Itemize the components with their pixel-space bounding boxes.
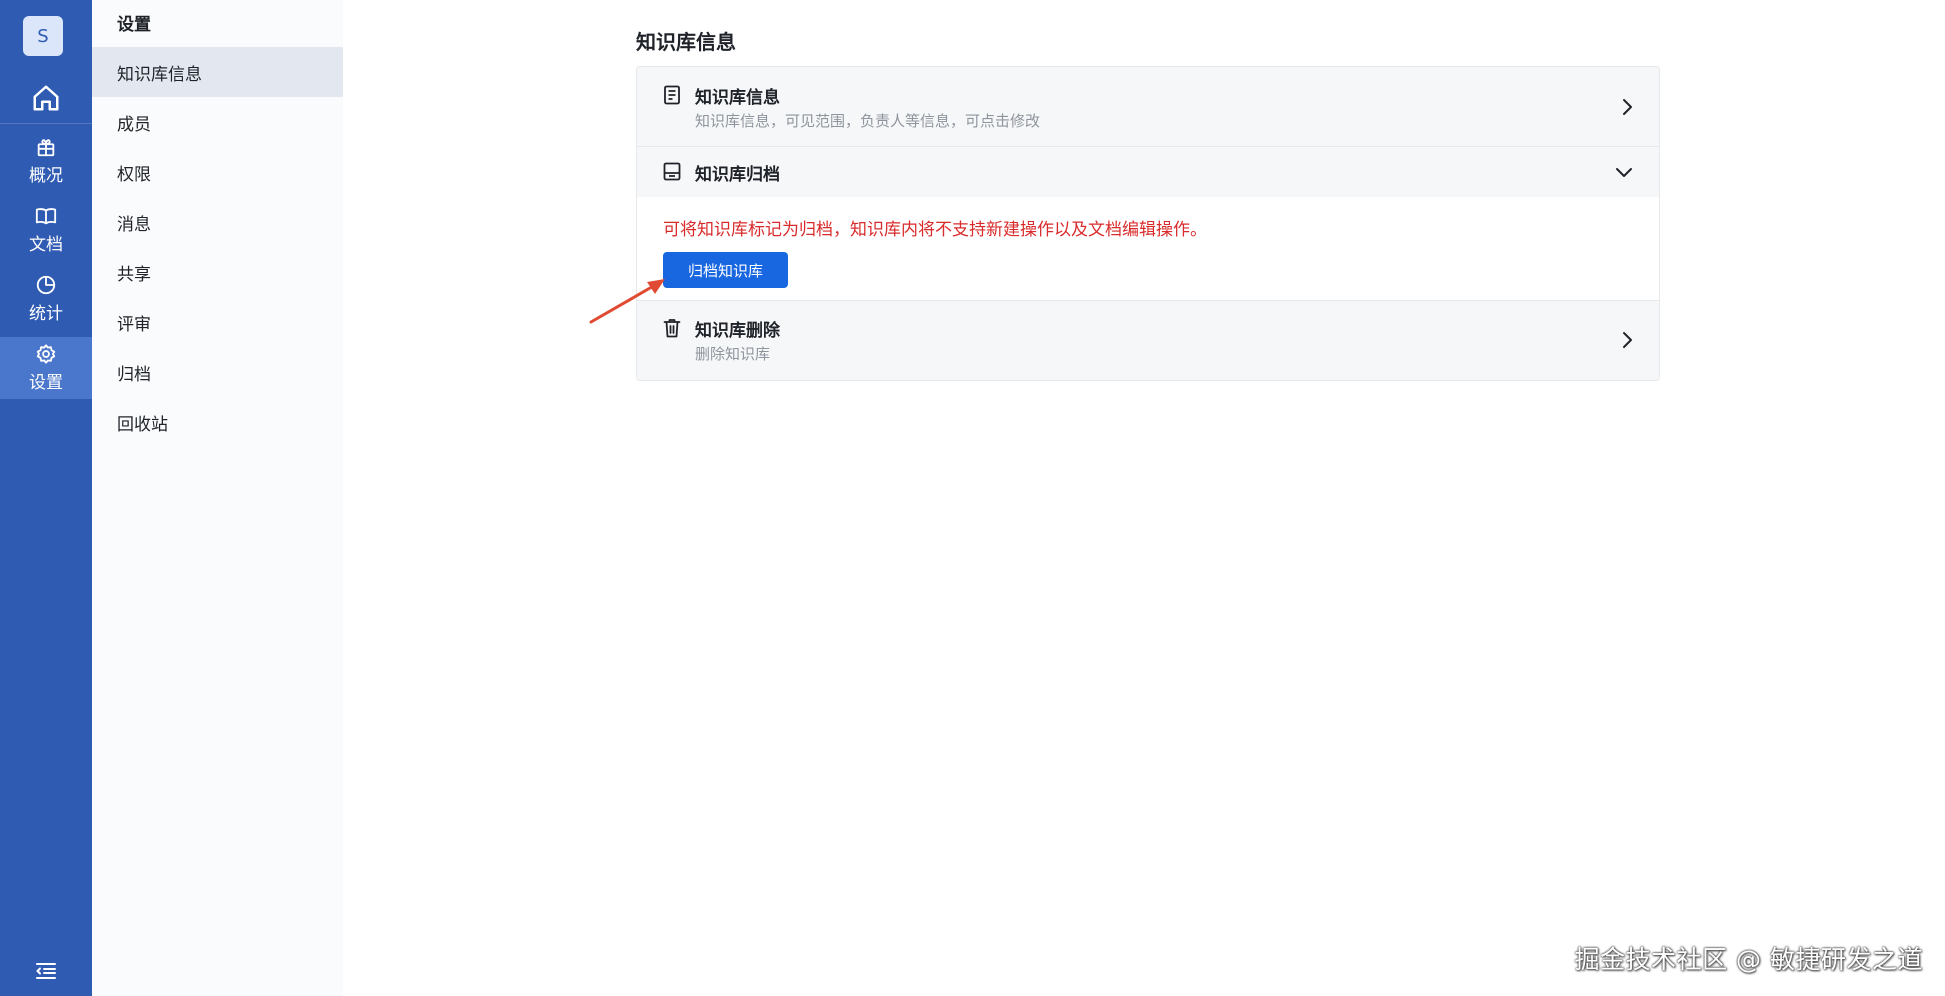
kb-delete-row[interactable]: 知识库删除 删除知识库 <box>637 301 1659 380</box>
sidebar-item-label: 共享 <box>117 264 151 285</box>
pie-chart-icon <box>36 275 56 295</box>
document-icon <box>664 85 680 105</box>
sidebar-item-label: 权限 <box>117 164 151 185</box>
sidebar-item-label: 评审 <box>117 314 151 335</box>
archive-kb-button[interactable]: 归档知识库 <box>663 252 788 288</box>
sidebar-item-review[interactable]: 评审 <box>92 297 343 347</box>
book-icon <box>35 208 57 225</box>
settings-sidebar: 设置 知识库信息 成员 权限 消息 共享 评审 归档 回收站 <box>92 0 343 996</box>
home-icon <box>33 85 59 111</box>
sidebar-item-kb-info[interactable]: 知识库信息 <box>92 47 343 97</box>
sidebar-item-messages[interactable]: 消息 <box>92 197 343 247</box>
archive-box-icon <box>663 162 681 181</box>
rail-item-label: 文档 <box>29 235 63 255</box>
row-title: 知识库归档 <box>695 165 780 185</box>
row-description: 删除知识库 <box>695 345 771 363</box>
sidebar-item-label: 回收站 <box>117 414 168 435</box>
chevron-down-icon <box>1616 168 1632 177</box>
row-title: 知识库删除 <box>695 321 780 341</box>
workspace-avatar[interactable]: S <box>23 16 63 56</box>
watermark-text: 掘金技术社区 @ 敏捷研发之道 <box>1574 945 1923 974</box>
rail-item-settings[interactable]: 设置 <box>0 337 92 399</box>
sidebar-item-permissions[interactable]: 权限 <box>92 147 343 197</box>
collapse-menu-button[interactable] <box>0 956 92 986</box>
sidebar-item-members[interactable]: 成员 <box>92 97 343 147</box>
row-description: 知识库信息，可见范围，负责人等信息，可点击修改 <box>695 112 1041 130</box>
sidebar-item-sharing[interactable]: 共享 <box>92 247 343 297</box>
page-title: 知识库信息 <box>636 30 736 54</box>
sidebar-title: 设置 <box>117 15 151 35</box>
sidebar-item-label: 消息 <box>117 214 151 235</box>
gear-icon <box>36 344 56 364</box>
chevron-right-icon <box>1623 99 1632 115</box>
primary-rail: S 概况 文档 统计 设置 <box>0 0 92 996</box>
settings-panel: 知识库信息 知识库信息，可见范围，负责人等信息，可点击修改 知识库归档 可将知识… <box>636 66 1660 381</box>
sidebar-item-archive[interactable]: 归档 <box>92 347 343 397</box>
archive-section-body: 可将知识库标记为归档，知识库内将不支持新建操作以及文档编辑操作。 归档知识库 <box>637 197 1659 300</box>
home-button[interactable] <box>0 72 92 124</box>
row-title: 知识库信息 <box>695 88 780 108</box>
chevron-right-icon <box>1623 332 1632 348</box>
rail-item-label: 设置 <box>29 373 63 393</box>
collapse-menu-icon <box>36 963 56 979</box>
archive-warning-text: 可将知识库标记为归档，知识库内将不支持新建操作以及文档编辑操作。 <box>663 220 1207 240</box>
kb-info-row[interactable]: 知识库信息 知识库信息，可见范围，负责人等信息，可点击修改 <box>637 67 1659 146</box>
rail-item-overview[interactable]: 概况 <box>0 130 92 192</box>
package-icon <box>37 139 55 157</box>
sidebar-item-recycle-bin[interactable]: 回收站 <box>92 397 343 447</box>
kb-archive-row[interactable]: 知识库归档 <box>637 147 1659 197</box>
rail-item-label: 统计 <box>29 304 63 324</box>
sidebar-item-label: 成员 <box>117 114 151 135</box>
rail-item-docs[interactable]: 文档 <box>0 199 92 261</box>
rail-item-label: 概况 <box>29 166 63 186</box>
rail-item-stats[interactable]: 统计 <box>0 268 92 330</box>
annotation-arrow-icon <box>589 279 665 324</box>
sidebar-item-label: 知识库信息 <box>117 64 202 85</box>
sidebar-item-label: 归档 <box>117 364 151 385</box>
app-window: S 概况 文档 统计 设置 设置 知识库信息 成员 权限 消息 共享 评审 归档… <box>0 0 1945 996</box>
rail-divider <box>0 123 92 124</box>
